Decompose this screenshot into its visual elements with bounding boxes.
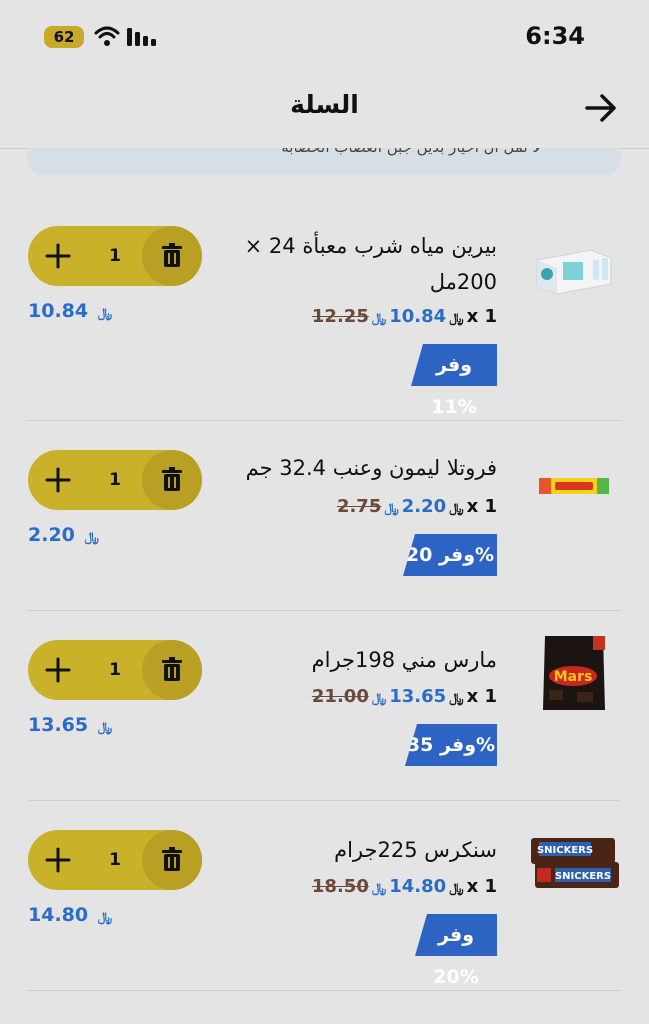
product-image — [536, 249, 612, 295]
riyal-icon: ﷼ — [97, 910, 113, 925]
quantity-multiplier: x 1 — [466, 876, 497, 897]
divider — [27, 610, 621, 611]
quantity-stepper: 1 — [28, 450, 202, 510]
riyal-icon: ﷼ — [97, 720, 113, 735]
product-image: Mars — [543, 636, 605, 710]
price-row: 12.25 ﷼10.84﷼ x 1 — [312, 306, 497, 327]
product-name: فروتلا ليمون وعنب 32.4 جم — [245, 456, 497, 480]
old-price: 18.50 — [311, 876, 369, 897]
battery-indicator: 62 — [44, 26, 84, 48]
divider — [27, 420, 621, 421]
increase-button[interactable] — [28, 640, 88, 700]
riyal-icon: ﷼ — [449, 311, 464, 326]
info-banner: لا تمل ال اخيار بدين جبن العصاب الحصابة — [27, 148, 621, 174]
increase-button[interactable] — [28, 450, 88, 510]
riyal-icon: ﷼ — [371, 311, 387, 326]
delete-button[interactable] — [142, 226, 202, 286]
delete-button[interactable] — [142, 450, 202, 510]
price-row: 2.75 ﷼2.20﷼ x 1 — [337, 496, 497, 517]
discount-badge: وفر 20% — [403, 534, 497, 576]
riyal-icon: ﷼ — [449, 501, 464, 516]
unit-price: 2.20 — [401, 496, 447, 517]
riyal-icon: ﷼ — [384, 501, 399, 516]
plus-icon — [45, 657, 71, 683]
riyal-icon: ﷼ — [97, 306, 113, 321]
old-price: 2.75 — [336, 496, 382, 517]
divider — [27, 990, 621, 991]
quantity-value: 1 — [109, 470, 121, 490]
product-image: SNICKERS SNICKERS — [531, 838, 619, 888]
quantity-value: 1 — [109, 850, 121, 870]
quantity-multiplier: x 1 — [466, 496, 497, 517]
clock: 6:34 — [525, 22, 585, 50]
item-total-value: 14.80 — [28, 904, 89, 926]
item-total: 13.65 ﷼ — [28, 714, 115, 736]
quantity-value: 1 — [109, 660, 121, 680]
discount-badge: وفر 35% — [405, 724, 497, 766]
riyal-icon: ﷼ — [371, 881, 387, 896]
unit-price: 10.84 — [389, 306, 447, 327]
delete-button[interactable] — [142, 830, 202, 890]
plus-icon — [45, 243, 71, 269]
item-total: 10.84 ﷼ — [28, 300, 115, 322]
status-bar: 62 6:34 — [0, 0, 649, 72]
divider — [27, 800, 621, 801]
old-price: 12.25 — [311, 306, 369, 327]
price-row: 21.00 ﷼13.65﷼ x 1 — [312, 686, 497, 707]
unit-price: 13.65 — [389, 686, 447, 707]
quantity-stepper: 1 — [28, 640, 202, 700]
delete-button[interactable] — [142, 640, 202, 700]
quantity-stepper: 1 — [28, 830, 202, 890]
wifi-icon — [94, 26, 120, 46]
increase-button[interactable] — [28, 226, 88, 286]
discount-badge: وفر 11% — [411, 344, 497, 418]
info-banner-text: لا تمل ال اخيار بدين جبن العصاب الحصابة — [281, 148, 541, 156]
riyal-icon: ﷼ — [371, 691, 387, 706]
back-arrow-icon[interactable] — [583, 90, 619, 126]
quantity-multiplier: x 1 — [466, 306, 497, 327]
cellular-signal-icon — [127, 28, 156, 46]
product-name: بيرين مياه شرب معبأة 24 × 200مل — [244, 234, 497, 294]
page-title: السلة — [290, 90, 359, 119]
header: السلة — [0, 72, 649, 149]
svg-text:Mars: Mars — [554, 669, 593, 685]
riyal-icon: ﷼ — [449, 881, 464, 896]
svg-text:SNICKERS: SNICKERS — [537, 845, 593, 856]
item-total-value: 10.84 — [28, 300, 89, 322]
quantity-multiplier: x 1 — [466, 686, 497, 707]
item-total: 14.80 ﷼ — [28, 904, 115, 926]
trash-icon — [162, 847, 182, 871]
plus-icon — [45, 847, 71, 873]
plus-icon — [45, 467, 71, 493]
item-total-value: 13.65 — [28, 714, 89, 736]
riyal-icon: ﷼ — [449, 691, 464, 706]
riyal-icon: ﷼ — [84, 530, 99, 545]
item-total-value: 2.20 — [28, 524, 75, 546]
item-total: 2.20 ﷼ — [28, 524, 102, 546]
product-name: مارس مني 198جرام — [311, 648, 497, 672]
quantity-stepper: 1 — [28, 226, 202, 286]
discount-badge: وفر 20% — [415, 914, 497, 988]
old-price: 21.00 — [311, 686, 369, 707]
product-image — [539, 478, 609, 494]
product-name: سنكرس 225جرام — [334, 838, 497, 862]
unit-price: 14.80 — [389, 876, 447, 897]
quantity-value: 1 — [109, 246, 121, 266]
trash-icon — [162, 467, 182, 491]
trash-icon — [162, 243, 182, 267]
trash-icon — [162, 657, 182, 681]
price-row: 18.50 ﷼14.80﷼ x 1 — [312, 876, 497, 897]
svg-text:SNICKERS: SNICKERS — [555, 871, 611, 882]
increase-button[interactable] — [28, 830, 88, 890]
